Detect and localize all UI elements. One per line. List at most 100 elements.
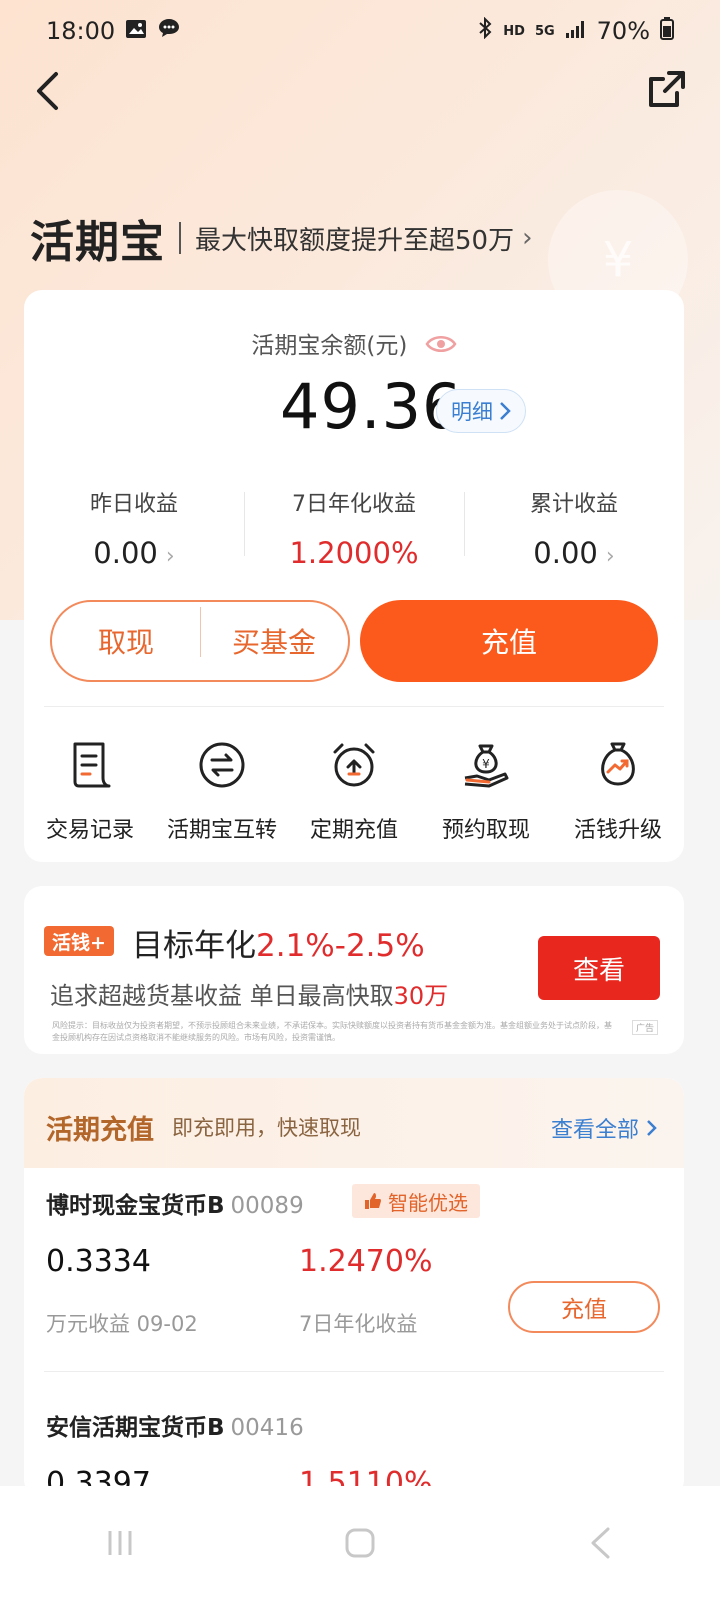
gallery-icon xyxy=(125,17,147,45)
recent-apps-icon xyxy=(108,1531,132,1555)
network-hd-label: HD xyxy=(503,23,525,39)
share-icon xyxy=(649,71,685,107)
quick-action-scheduled-charge[interactable]: 定期充值 xyxy=(288,738,420,844)
divider xyxy=(44,706,664,707)
fund-charge-button[interactable]: 充值 xyxy=(508,1281,660,1333)
funds-subtitle: 即充即用，快速取现 xyxy=(172,1116,361,1140)
divider xyxy=(44,1371,664,1372)
home-icon xyxy=(345,1528,375,1558)
brand-header[interactable]: 活期宝 最大快取额度提升至超50万 › xyxy=(30,206,533,270)
brand-logo: 活期宝 xyxy=(30,217,165,268)
detail-label: 明细 xyxy=(451,400,493,424)
view-all-link[interactable]: 查看全部 xyxy=(551,1112,658,1144)
upgrade-bag-icon xyxy=(601,742,635,786)
stat-7day-yield: 7日年化收益 1.2000% xyxy=(244,486,464,576)
message-icon xyxy=(157,17,181,45)
quick-action-label: 预约取现 xyxy=(441,818,530,843)
stat-label: 累计收益 xyxy=(529,492,618,517)
back-icon xyxy=(591,1527,610,1559)
fund-yield-label: 7日年化收益 xyxy=(299,1312,418,1336)
badge-label: 智能优选 xyxy=(388,1190,468,1215)
brand-separator xyxy=(179,222,181,254)
quick-action-label: 活钱升级 xyxy=(573,818,662,843)
balance-title-row: 活期宝余额(元) xyxy=(24,326,684,361)
fund-per-10k: 0.3334 xyxy=(46,1244,151,1279)
quick-action-label: 活期宝互转 xyxy=(166,818,277,843)
chevron-right-icon xyxy=(500,402,511,420)
promo-rate: 2.1%-2.5% xyxy=(256,928,425,964)
fund-code: 00089 xyxy=(230,1193,304,1219)
quick-action-transfer[interactable]: 活期宝互转 xyxy=(156,738,288,844)
quick-actions: 交易记录 活期宝互转 定期充值 ¥ 预约取现 活钱升级 xyxy=(24,738,684,844)
detail-button[interactable]: 明细 xyxy=(436,389,526,433)
home-button[interactable] xyxy=(340,1523,380,1563)
fund-per-10k-label: 万元收益 09-02 xyxy=(46,1312,198,1336)
promo-sub-highlight: 30万 xyxy=(393,982,449,1010)
system-navigation-bar xyxy=(0,1486,720,1600)
promo-view-button[interactable]: 查看 xyxy=(538,936,660,1000)
stat-label: 昨日收益 xyxy=(89,492,178,517)
battery-percent: 70% xyxy=(596,17,650,45)
balance-card: 活期宝余额(元) 49.36 明细 昨日收益 0.00 › 7日年化收益 1.20… xyxy=(24,290,684,862)
svg-text:¥: ¥ xyxy=(482,757,490,771)
fund-name-text: 博时现金宝货币B xyxy=(46,1193,225,1219)
promo-tag: 活钱+ xyxy=(44,926,114,956)
signal-icon xyxy=(565,17,587,45)
smart-pick-badge: 智能优选 xyxy=(352,1184,480,1218)
bluetooth-icon xyxy=(477,16,493,45)
system-back-button[interactable] xyxy=(580,1523,620,1563)
earnings-stats: 昨日收益 0.00 › 7日年化收益 1.2000% 累计收益 0.00 › xyxy=(24,486,684,576)
network-5g-label: 5G xyxy=(534,23,555,39)
fund-code: 00416 xyxy=(230,1415,304,1441)
brand-slogan: 最大快取额度提升至超50万 xyxy=(195,225,515,256)
stat-value: 0.00 xyxy=(93,536,158,570)
status-bar: 18:00 HD 5G 70% xyxy=(0,0,720,62)
quick-action-transactions[interactable]: 交易记录 xyxy=(24,738,156,844)
promo-card[interactable]: 活钱+ 目标年化2.1%-2.5% 追求超越货基收益 单日最高快取30万 查看 … xyxy=(24,886,684,1054)
top-navigation xyxy=(0,62,720,122)
status-time: 18:00 xyxy=(46,17,116,45)
quick-action-label: 交易记录 xyxy=(45,818,134,843)
stat-label: 7日年化收益 xyxy=(292,492,416,517)
money-bag-hand-icon: ¥ xyxy=(464,744,509,788)
yuan-icon: ¥ xyxy=(602,232,634,288)
chevron-right-icon xyxy=(647,1120,657,1136)
balance-amount: 49.36 xyxy=(280,370,463,443)
withdraw-button[interactable]: 取现 xyxy=(52,621,200,661)
exchange-icon xyxy=(199,742,245,788)
stat-cumulative[interactable]: 累计收益 0.00 › xyxy=(464,486,684,576)
ad-label: 广告 xyxy=(631,1020,658,1035)
balance-title: 活期宝余额(元) xyxy=(251,333,408,359)
back-button[interactable] xyxy=(24,68,70,114)
promo-title: 目标年化2.1%-2.5% xyxy=(132,920,425,965)
fund-name[interactable]: 安信活期宝货币B 00416 xyxy=(46,1408,304,1442)
chevron-right-icon: › xyxy=(605,544,615,569)
promo-subtitle: 追求超越货基收益 单日最高快取30万 xyxy=(50,976,448,1011)
charge-button[interactable]: 充值 xyxy=(360,600,658,682)
share-button[interactable] xyxy=(644,66,690,112)
fund-name-text: 安信活期宝货币B xyxy=(46,1415,225,1441)
chevron-left-icon xyxy=(37,72,58,110)
fund-name[interactable]: 博时现金宝货币B 00089 xyxy=(46,1186,304,1220)
stat-yesterday[interactable]: 昨日收益 0.00 › xyxy=(24,486,244,576)
risk-disclaimer: 风险提示：目标收益仅为投资者期望，不预示投顾组合未来业绩，不承诺保本。实际快赎额… xyxy=(52,1021,612,1042)
chevron-right-icon: › xyxy=(165,544,175,569)
funds-title: 活期充值 xyxy=(46,1115,154,1146)
alarm-clock-icon xyxy=(333,743,375,787)
document-icon xyxy=(73,742,111,788)
eye-icon[interactable] xyxy=(425,333,457,361)
buy-fund-button[interactable]: 买基金 xyxy=(200,607,348,661)
fund-yield: 1.2470% xyxy=(299,1244,433,1279)
stat-value: 1.2000% xyxy=(289,536,419,570)
battery-icon xyxy=(660,16,674,46)
funds-card: 活期充值 即充即用，快速取现 查看全部 博时现金宝货币B 00089 智能优选 0… xyxy=(24,1078,684,1498)
promo-sub-text: 追求超越货基收益 单日最高快取 xyxy=(50,982,394,1010)
recent-apps-button[interactable] xyxy=(100,1523,140,1563)
stat-value: 0.00 xyxy=(533,536,598,570)
withdraw-buy-group: 取现 买基金 xyxy=(50,600,350,682)
promo-title-prefix: 目标年化 xyxy=(132,928,256,964)
quick-action-reserve-withdraw[interactable]: ¥ 预约取现 xyxy=(420,738,552,844)
quick-action-upgrade[interactable]: 活钱升级 xyxy=(552,738,684,844)
chevron-right-icon: › xyxy=(522,223,533,253)
quick-action-label: 定期充值 xyxy=(309,818,398,843)
